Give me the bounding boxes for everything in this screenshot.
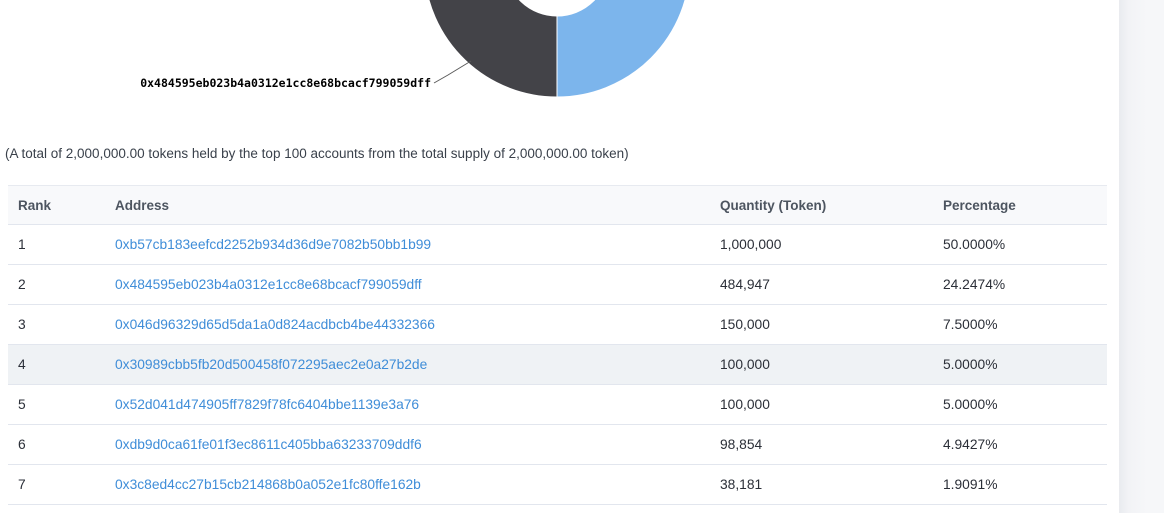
pie-label-connector-line bbox=[434, 61, 471, 83]
address-link[interactable]: 0x484595eb023b4a0312e1cc8e68bcacf799059d… bbox=[115, 277, 422, 292]
quantity-cell: 100,000 bbox=[710, 385, 933, 425]
quantity-cell: 98,854 bbox=[710, 425, 933, 465]
quantity-cell: 484,947 bbox=[710, 265, 933, 305]
holders-summary-caption: (A total of 2,000,000.00 tokens held by … bbox=[5, 146, 629, 161]
quantity-cell: 100,000 bbox=[710, 345, 933, 385]
percentage-cell: 7.5000% bbox=[933, 305, 1107, 345]
rank-cell: 6 bbox=[8, 425, 105, 465]
page-background-strip bbox=[1119, 0, 1164, 513]
address-link[interactable]: 0x3c8ed4cc27b15cb214868b0a052e1fc80ffe16… bbox=[115, 477, 421, 492]
rank-cell: 4 bbox=[8, 345, 105, 385]
donut-slice[interactable] bbox=[424, 0, 557, 97]
pie-slice-data-label: 0x484595eb023b4a0312e1cc8e68bcacf799059d… bbox=[0, 76, 431, 90]
address-link[interactable]: 0xdb9d0ca61fe01f3ec8611c405bba63233709dd… bbox=[115, 437, 422, 452]
rank-cell: 5 bbox=[8, 385, 105, 425]
address-cell: 0xb57cb183eefcd2252b934d36d9e7082b50bb1b… bbox=[105, 225, 710, 265]
rank-cell: 2 bbox=[8, 265, 105, 305]
percentage-cell: 50.0000% bbox=[933, 225, 1107, 265]
header-rank: Rank bbox=[8, 186, 105, 225]
quantity-cell: 150,000 bbox=[710, 305, 933, 345]
donut-slice[interactable] bbox=[557, 0, 690, 97]
rank-cell: 7 bbox=[8, 465, 105, 505]
token-holders-page: 0x484595eb023b4a0312e1cc8e68bcacf799059d… bbox=[0, 0, 1164, 513]
rank-cell: 1 bbox=[8, 225, 105, 265]
table-row: 6 0xdb9d0ca61fe01f3ec8611c405bba63233709… bbox=[8, 425, 1107, 465]
table-row: 7 0x3c8ed4cc27b15cb214868b0a052e1fc80ffe… bbox=[8, 465, 1107, 505]
holders-table: Rank Address Quantity (Token) Percentage… bbox=[8, 185, 1107, 505]
address-cell: 0xdb9d0ca61fe01f3ec8611c405bba63233709dd… bbox=[105, 425, 710, 465]
address-cell: 0x046d96329d65d5da1a0d824acdbcb4be443323… bbox=[105, 305, 710, 345]
table-row: 3 0x046d96329d65d5da1a0d824acdbcb4be4433… bbox=[8, 305, 1107, 345]
percentage-cell: 4.9427% bbox=[933, 425, 1107, 465]
quantity-cell: 1,000,000 bbox=[710, 225, 933, 265]
holders-table-container: Rank Address Quantity (Token) Percentage… bbox=[8, 185, 1107, 505]
percentage-cell: 5.0000% bbox=[933, 385, 1107, 425]
address-link[interactable]: 0x046d96329d65d5da1a0d824acdbcb4be443323… bbox=[115, 317, 435, 332]
address-link[interactable]: 0x52d041d474905ff7829f78fc6404bbe1139e3a… bbox=[115, 397, 419, 412]
percentage-cell: 1.9091% bbox=[933, 465, 1107, 505]
percentage-cell: 24.2474% bbox=[933, 265, 1107, 305]
holders-donut-chart bbox=[0, 0, 1164, 120]
header-quantity: Quantity (Token) bbox=[710, 186, 933, 225]
address-cell: 0x30989cbb5fb20d500458f072295aec2e0a27b2… bbox=[105, 345, 710, 385]
address-cell: 0x484595eb023b4a0312e1cc8e68bcacf799059d… bbox=[105, 265, 710, 305]
table-row-highlighted: 4 0x30989cbb5fb20d500458f072295aec2e0a27… bbox=[8, 345, 1107, 385]
table-row: 1 0xb57cb183eefcd2252b934d36d9e7082b50bb… bbox=[8, 225, 1107, 265]
table-header-row: Rank Address Quantity (Token) Percentage bbox=[8, 186, 1107, 225]
address-cell: 0x52d041d474905ff7829f78fc6404bbe1139e3a… bbox=[105, 385, 710, 425]
percentage-cell: 5.0000% bbox=[933, 345, 1107, 385]
quantity-cell: 38,181 bbox=[710, 465, 933, 505]
address-cell: 0x3c8ed4cc27b15cb214868b0a052e1fc80ffe16… bbox=[105, 465, 710, 505]
address-link[interactable]: 0xb57cb183eefcd2252b934d36d9e7082b50bb1b… bbox=[115, 237, 431, 252]
header-address: Address bbox=[105, 186, 710, 225]
table-row: 5 0x52d041d474905ff7829f78fc6404bbe1139e… bbox=[8, 385, 1107, 425]
address-link[interactable]: 0x30989cbb5fb20d500458f072295aec2e0a27b2… bbox=[115, 357, 427, 372]
table-row: 2 0x484595eb023b4a0312e1cc8e68bcacf79905… bbox=[8, 265, 1107, 305]
rank-cell: 3 bbox=[8, 305, 105, 345]
header-percentage: Percentage bbox=[933, 186, 1107, 225]
